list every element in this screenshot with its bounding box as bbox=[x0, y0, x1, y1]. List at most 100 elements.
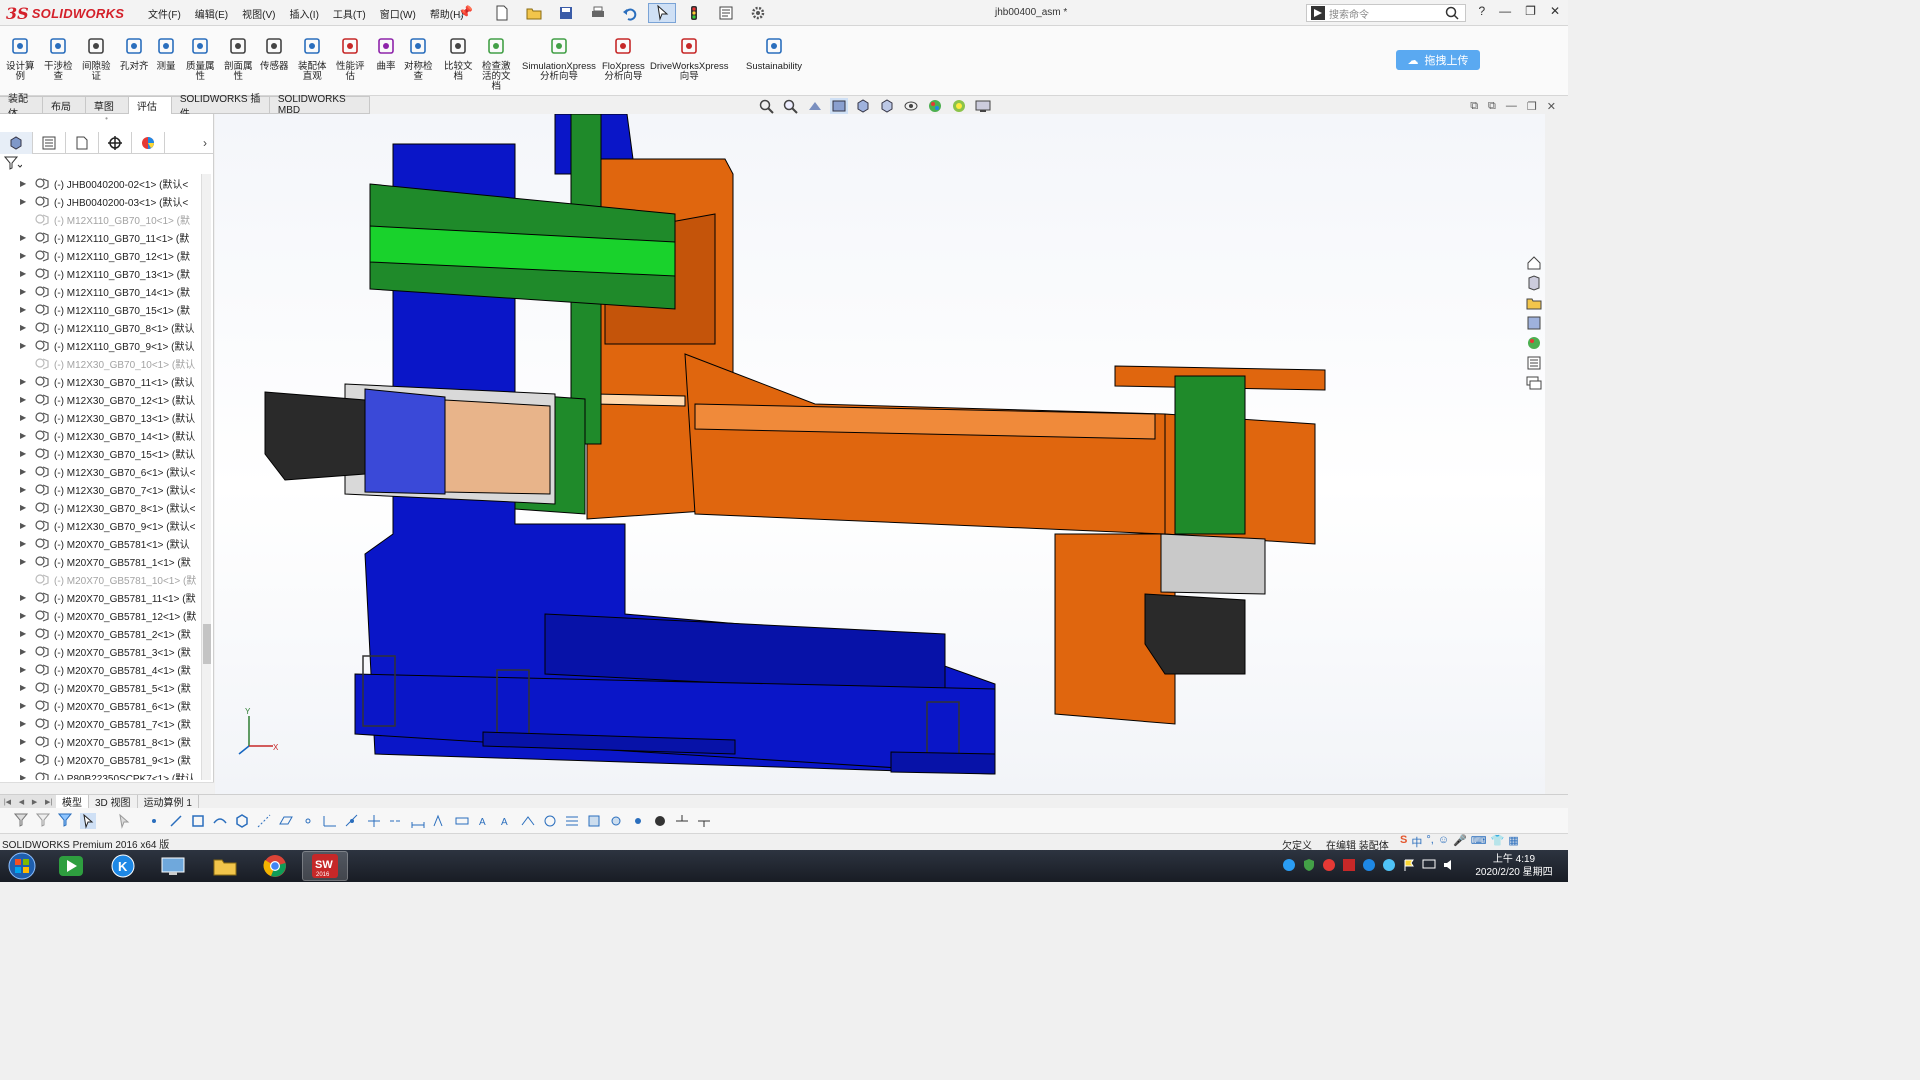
command-floxpress-button[interactable]: FloXpress 分析向导 bbox=[602, 36, 645, 82]
tray-network-monitor-icon[interactable] bbox=[1282, 858, 1296, 872]
keyboard-icon[interactable]: ⌨ bbox=[1471, 834, 1487, 850]
tile-right-icon[interactable]: ⧉ bbox=[1488, 100, 1496, 113]
tab-motion-study[interactable]: 运动算例 1 bbox=[138, 795, 199, 809]
graphics-area[interactable]: Y X bbox=[215, 114, 1545, 794]
punctuation-icon[interactable]: °, bbox=[1426, 834, 1433, 850]
options-button[interactable] bbox=[744, 3, 772, 23]
tray-flag-icon[interactable] bbox=[1402, 858, 1416, 872]
pin-menu-icon[interactable]: 📌 bbox=[458, 5, 473, 19]
tree-expand-arrow-icon[interactable]: ▶ bbox=[20, 287, 34, 296]
invert-selection-icon[interactable] bbox=[116, 813, 132, 829]
tree-item[interactable]: ▶ (-) JHB0040200-03<1> (默认< bbox=[0, 192, 202, 210]
tray-kugou-icon[interactable] bbox=[1362, 858, 1376, 872]
zoom-to-fit-icon[interactable] bbox=[758, 98, 776, 114]
save-button[interactable] bbox=[552, 3, 580, 23]
tree-item[interactable]: ▶ (-) M12X110_GB70_13<1> (默 bbox=[0, 264, 202, 282]
ime-language[interactable]: 中 bbox=[1411, 834, 1422, 850]
tree-expand-arrow-icon[interactable]: ▶ bbox=[20, 305, 34, 314]
display-style-icon[interactable] bbox=[878, 98, 896, 114]
tree-scrollbar-thumb[interactable] bbox=[203, 624, 211, 664]
tree-item[interactable]: ▶ (-) JHB0040200-02<1> (默认< bbox=[0, 174, 202, 192]
tree-expand-arrow-icon[interactable]: ▶ bbox=[20, 395, 34, 404]
tab-model[interactable]: 模型 bbox=[56, 795, 89, 809]
tab-solidworks-mbd[interactable]: SOLIDWORKS MBD bbox=[269, 94, 370, 116]
filter-planes-icon[interactable] bbox=[278, 813, 294, 829]
menu-tools[interactable]: 工具(T) bbox=[333, 6, 366, 21]
command-clearance-button[interactable]: 间隙验 证 bbox=[82, 36, 111, 82]
panel-expand-arrow-icon[interactable]: › bbox=[203, 136, 207, 150]
tree-item[interactable]: ▶ (-) M12X110_GB70_8<1> (默认 bbox=[0, 318, 202, 336]
edit-appearance-icon[interactable] bbox=[926, 98, 944, 114]
home-icon[interactable] bbox=[1525, 254, 1543, 272]
tree-item[interactable]: ▶ (-) M20X70_GB5781<1> (默认 bbox=[0, 534, 202, 552]
taskbar-control-panel[interactable] bbox=[150, 851, 196, 881]
tree-item[interactable]: ▶ (-) M20X70_GB5781_5<1> (默 bbox=[0, 678, 202, 696]
filter-datum-feature-icon[interactable]: A bbox=[498, 813, 514, 829]
tile-left-icon[interactable]: ⧉ bbox=[1470, 100, 1478, 113]
filter-center-marks-icon[interactable] bbox=[366, 813, 382, 829]
command-section-props-button[interactable]: 剖面属 性 bbox=[224, 36, 253, 82]
tray-baidu-icon[interactable] bbox=[1382, 858, 1396, 872]
command-measure-button[interactable]: 测量 bbox=[156, 36, 176, 72]
doc-minimize-icon[interactable]: — bbox=[1506, 100, 1517, 113]
tree-item[interactable]: ▶ (-) M12X30_GB70_12<1> (默认 bbox=[0, 390, 202, 408]
command-assembly-visual-button[interactable]: 装配体 直观 bbox=[298, 36, 327, 82]
command-design-study-button[interactable]: 设计算 例 bbox=[6, 36, 35, 82]
tree-item[interactable]: ▶ (-) M12X30_GB70_7<1> (默认< bbox=[0, 480, 202, 498]
tray-volume-icon[interactable] bbox=[1442, 858, 1456, 872]
tree-expand-arrow-icon[interactable]: ▶ bbox=[20, 233, 34, 242]
command-simxpress-button[interactable]: SimulationXpress 分析向导 bbox=[522, 36, 596, 82]
tree-item[interactable]: ▶ (-) M12X30_GB70_8<1> (默认< bbox=[0, 498, 202, 516]
tree-item[interactable]: ▶ (-) M12X110_GB70_15<1> (默 bbox=[0, 300, 202, 318]
tree-expand-arrow-icon[interactable]: ▶ bbox=[20, 611, 34, 620]
tree-item[interactable]: ▶ (-) M12X30_GB70_15<1> (默认 bbox=[0, 444, 202, 462]
view-orientation-icon[interactable] bbox=[854, 98, 872, 114]
tree-expand-arrow-icon[interactable]: ▶ bbox=[20, 341, 34, 350]
tree-expand-arrow-icon[interactable]: ▶ bbox=[20, 755, 34, 764]
filter-icon[interactable] bbox=[3, 156, 23, 173]
filter-solid-bodies-icon[interactable] bbox=[234, 813, 250, 829]
filter-cosmetic-threads-icon[interactable] bbox=[564, 813, 580, 829]
tree-expand-arrow-icon[interactable]: ▶ bbox=[20, 521, 34, 530]
tree-expand-arrow-icon[interactable]: ▶ bbox=[20, 737, 34, 746]
command-symmetry-button[interactable]: 对称检 查 bbox=[404, 36, 433, 82]
file-explorer-icon[interactable] bbox=[1525, 294, 1543, 312]
propertymanager-tab[interactable] bbox=[33, 132, 66, 154]
filter-geometric-tolerance-icon[interactable] bbox=[454, 813, 470, 829]
tab-layout[interactable]: 布局 bbox=[42, 96, 86, 114]
tree-horizontal-scrollbar[interactable] bbox=[0, 782, 214, 794]
tree-item[interactable]: ▶ (-) M12X30_GB70_6<1> (默认< bbox=[0, 462, 202, 480]
restore-icon[interactable]: ❐ bbox=[1525, 4, 1536, 18]
command-sustainability-button[interactable]: Sustainability bbox=[746, 36, 802, 72]
tray-solidworks-icon[interactable] bbox=[1342, 858, 1356, 872]
command-check-doc-button[interactable]: 检查激 活的文 档 bbox=[482, 36, 511, 92]
tree-expand-arrow-icon[interactable]: ▶ bbox=[20, 683, 34, 692]
tree-item[interactable]: ▶ (-) M20X70_GB5781_4<1> (默 bbox=[0, 660, 202, 678]
filter-vertices-icon[interactable] bbox=[146, 813, 162, 829]
tab-scroll-arrows[interactable]: |◀ ◀ ▶ ▶| bbox=[0, 795, 56, 808]
tree-item[interactable]: ▶ (-) M12X30_GB70_14<1> (默认 bbox=[0, 426, 202, 444]
zoom-area-icon[interactable] bbox=[782, 98, 800, 114]
windows-start-icon[interactable] bbox=[4, 851, 40, 881]
view-palette-icon[interactable] bbox=[1525, 314, 1543, 332]
section-view-icon[interactable] bbox=[830, 98, 848, 114]
close-icon[interactable]: ✕ bbox=[1550, 4, 1560, 18]
custom-properties-icon[interactable] bbox=[1525, 354, 1543, 372]
command-driveworks-button[interactable]: DriveWorksXpress 向导 bbox=[650, 36, 728, 82]
tray-display-icon[interactable] bbox=[1422, 858, 1436, 872]
dimxpert-tab[interactable] bbox=[99, 132, 132, 154]
tree-item[interactable]: (-) M12X30_GB70_10<1> (默认 bbox=[0, 354, 202, 372]
taskbar-kugou[interactable]: K bbox=[100, 851, 146, 881]
sogou-ime-icon[interactable]: S bbox=[1400, 834, 1407, 850]
filter-notes-icon[interactable]: A bbox=[476, 813, 492, 829]
taskbar-chrome[interactable] bbox=[252, 851, 298, 881]
command-performance-button[interactable]: 性能评 估 bbox=[336, 36, 365, 82]
design-library-icon[interactable] bbox=[1525, 274, 1543, 292]
filter-weld-symbols-icon[interactable] bbox=[520, 813, 536, 829]
cloud-upload-button[interactable]: ☁ 拖拽上传 bbox=[1396, 50, 1480, 70]
tree-item[interactable]: ▶ (-) P80B22350SCPK7<1> (默认 bbox=[0, 768, 202, 780]
tree-item[interactable]: ▶ (-) M20X70_GB5781_11<1> (默 bbox=[0, 588, 202, 606]
tab-assembly[interactable]: 装配体 bbox=[0, 94, 43, 120]
search-icon[interactable] bbox=[1445, 6, 1459, 20]
minimize-icon[interactable]: — bbox=[1499, 4, 1511, 18]
